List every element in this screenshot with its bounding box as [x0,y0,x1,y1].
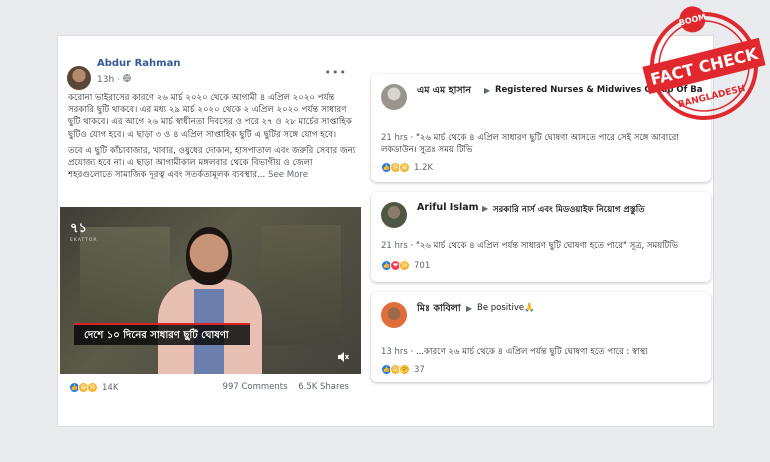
user-name[interactable]: মিঃ কাবিলা [417,302,461,317]
group-name[interactable]: সরকারি নার্স এবং মিডওয়াইফ নিয়োগ প্রস্ত… [493,203,645,217]
post-header: Abdur Rahman 13h · ••• [61,52,361,90]
haha-reaction-icon: 😆 [399,162,410,173]
post-time[interactable]: 21 hrs [381,133,408,143]
pray-emoji-icon: 🙏 [524,303,535,313]
caret-right-icon: ▶ [482,204,489,213]
user-name[interactable]: Ariful Islam [417,202,479,213]
news-anchor-head [186,227,232,285]
boom-fact-check-stamp: BOOM FACT CHECK BANGLADESH [640,4,768,128]
post-footer: 👍 😆 😢 14K 997 Comments 6.5K Shares [61,378,361,398]
care-reaction-icon: 🤗 [399,364,410,375]
post-meta: 13h · [97,74,131,85]
post-author[interactable]: Abdur Rahman [97,58,180,69]
user-avatar[interactable] [381,302,407,328]
group-name[interactable]: Be positive🙏 [477,303,535,313]
post-time[interactable]: 13h [97,75,114,85]
user-name[interactable]: এম এম হাসান [417,84,471,99]
post-snippet: 21 hrs · "২৬ মার্চ থেকে ৪ এপ্রিল পর্যন্ত… [381,241,679,251]
studio-background [261,225,341,345]
shared-post-card: Ariful Islam ▶ সরকারি নার্স এবং মিডওয়াই… [371,192,711,282]
post-text: ...কারণে ২৬ মার্চ থেকে ৪ এপ্রিল পর্যন্ত … [415,347,648,357]
author-avatar[interactable] [67,66,91,90]
reactions-summary[interactable]: 👍 😢 😆 1.2K [381,162,433,173]
comments-count[interactable]: 997 Comments [223,382,288,392]
shared-post-card: মিঃ কাবিলা ▶ Be positive🙏 13 hrs · ...কা… [371,292,711,382]
reactions-count[interactable]: 14K [102,383,118,393]
post-video[interactable]: ৭১ EKATTOR দেশে ১০ দিনের সাধারণ ছুটি ঘোষ… [60,207,361,374]
post-snippet-line2: লকডাউন। সুত্রঃ সময় টিভি [381,145,473,155]
reactions-count[interactable]: 701 [414,261,430,271]
globe-icon [122,74,131,85]
post-paragraph: করোনা ভাইরাসের কারণে ২৬ মার্চ ২০২০ থেকে … [68,93,352,140]
post-snippet: 13 hrs · ...কারণে ২৬ মার্চ থেকে ৪ এপ্রিল… [381,347,648,357]
post-text: "২৬ মার্চ থেকে ৪ এপ্রিল পর্যন্ত সাধারণ ছ… [415,241,679,251]
reactions-count[interactable]: 1.2K [414,163,433,173]
post-snippet: 21 hrs · "২৬ মার্চ থেকে ৪ এপ্রিল সাধারণ … [381,133,679,143]
reactions-summary[interactable]: 👍 😮 🤗 37 [381,364,425,375]
reactions-summary[interactable]: 👍 ❤ 😢 701 [381,260,430,271]
post-time[interactable]: 13 hrs [381,347,408,357]
shares-count[interactable]: 6.5K Shares [298,382,349,392]
user-avatar[interactable] [381,84,407,110]
post-options-button[interactable]: ••• [325,66,347,79]
sad-reaction-icon: 😢 [399,260,410,271]
sad-reaction-icon: 😢 [87,382,98,393]
see-more-link[interactable]: See More [268,170,308,180]
caret-right-icon: ▶ [484,86,491,95]
studio-background [80,227,170,337]
reactions-summary[interactable]: 👍 😆 😢 14K [69,382,118,393]
post-body: করোনা ভাইরাসের কারণে ২৬ মার্চ ২০২০ থেকে … [68,92,356,185]
caret-right-icon: ▶ [466,304,473,313]
news-headline-ticker: দেশে ১০ দিনের সাধারণ ছুটি ঘোষণা [74,323,250,345]
reactions-count[interactable]: 37 [414,365,425,375]
post-time[interactable]: 21 hrs [381,241,408,251]
post-stats: 997 Comments 6.5K Shares [215,382,349,392]
speaker-muted-icon[interactable] [337,351,349,366]
stamp-main-text: FACT CHECK [649,44,761,89]
user-avatar[interactable] [381,202,407,228]
post-text: "২৬ মার্চ থেকে ৪ এপ্রিল সাধারণ ছুটি ঘোষণ… [415,133,679,143]
post-paragraph: তবে এ ছুটি কাঁচাবাজার, খাবার, ওষুধের দোক… [68,145,356,181]
channel-name: EKATTOR [70,238,98,243]
